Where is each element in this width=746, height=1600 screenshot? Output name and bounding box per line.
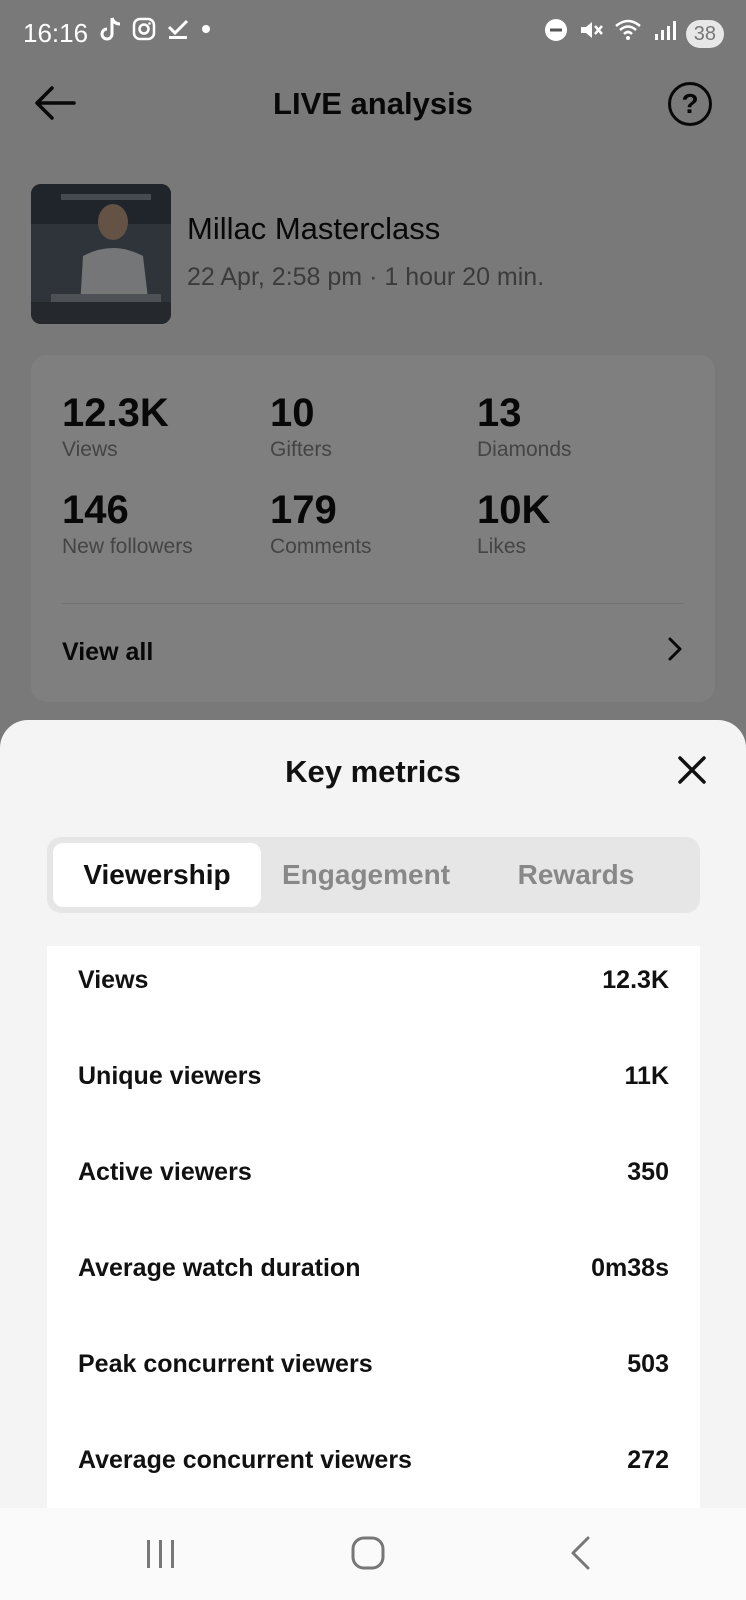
metric-value: 272 xyxy=(627,1446,669,1474)
metric-label: Average watch duration xyxy=(78,1254,361,1282)
sheet-title: Key metrics xyxy=(285,754,461,789)
system-nav-bar xyxy=(0,1508,746,1600)
tab-engagement[interactable]: Engagement xyxy=(261,843,471,907)
modal-overlay[interactable] xyxy=(0,0,746,760)
tab-rewards[interactable]: Rewards xyxy=(471,843,681,907)
recents-icon xyxy=(147,1540,174,1568)
metric-row-average-watch-duration: Average watch duration 0m38s xyxy=(47,1234,700,1331)
metric-label: Average concurrent viewers xyxy=(78,1446,412,1474)
close-button[interactable] xyxy=(672,750,712,790)
signal-icon xyxy=(654,18,676,50)
metric-row-unique-viewers: Unique viewers 11K xyxy=(47,1042,700,1139)
battery-indicator: 38 xyxy=(685,20,724,48)
dnd-icon xyxy=(544,18,568,50)
metric-value: 11K xyxy=(624,1062,669,1090)
home-button[interactable] xyxy=(347,1534,391,1574)
metrics-tabs: Viewership Engagement Rewards xyxy=(47,837,700,913)
metric-value: 0m38s xyxy=(591,1254,669,1282)
instagram-icon xyxy=(132,17,156,49)
mute-icon xyxy=(578,18,604,50)
metric-row-views: Views 12.3K xyxy=(47,946,700,1043)
close-icon xyxy=(678,756,706,784)
tab-viewership[interactable]: Viewership xyxy=(53,843,261,907)
home-icon xyxy=(351,1536,385,1570)
metric-row-active-viewers: Active viewers 350 xyxy=(47,1138,700,1235)
metric-row-peak-concurrent-viewers: Peak concurrent viewers 503 xyxy=(47,1330,700,1427)
metric-value: 12.3K xyxy=(602,966,669,994)
metric-row-average-concurrent-viewers: Average concurrent viewers 272 xyxy=(47,1426,700,1508)
status-time: 16:16 xyxy=(23,18,89,48)
recents-button[interactable] xyxy=(139,1534,183,1574)
check-icon xyxy=(166,17,190,49)
key-metrics-sheet: Key metrics Viewership Engagement Reward… xyxy=(0,720,746,1508)
metrics-list: Views 12.3K Unique viewers 11K Active vi… xyxy=(47,946,700,1508)
status-bar: 16:16 38 xyxy=(0,0,746,68)
metric-label: Unique viewers xyxy=(78,1062,262,1090)
metric-label: Peak concurrent viewers xyxy=(78,1350,373,1378)
chevron-left-icon xyxy=(571,1536,590,1570)
metric-value: 503 xyxy=(627,1350,669,1378)
metric-label: Views xyxy=(78,966,149,994)
wifi-icon xyxy=(614,18,644,50)
metric-value: 350 xyxy=(627,1158,669,1186)
metric-label: Active viewers xyxy=(78,1158,252,1186)
back-nav-button[interactable] xyxy=(561,1534,605,1574)
tiktok-icon xyxy=(100,16,122,50)
dot-icon xyxy=(200,17,212,49)
